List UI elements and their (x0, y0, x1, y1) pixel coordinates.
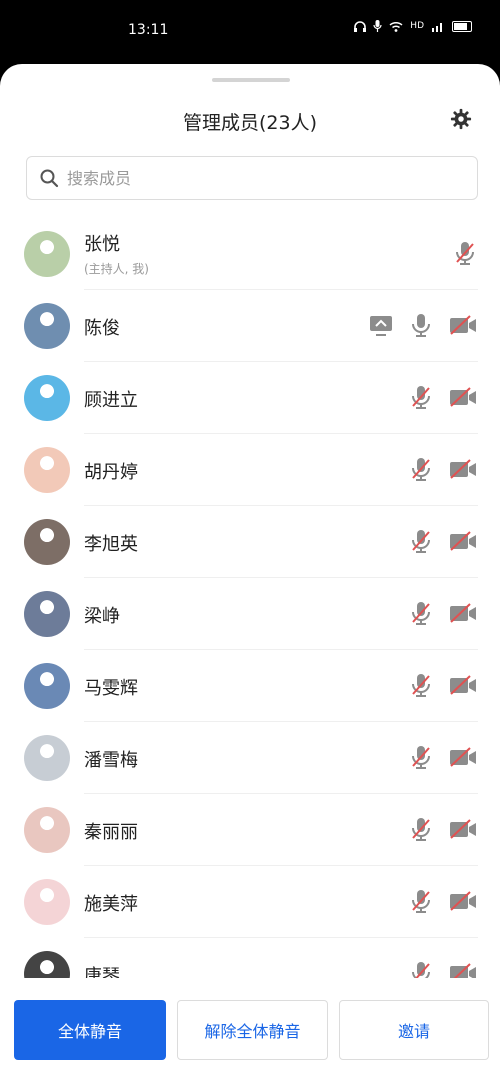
member-name: 陈俊 (84, 318, 120, 339)
camera-off-icon[interactable] (448, 384, 478, 410)
member-row[interactable]: 唐琴 (0, 938, 500, 978)
avatar (24, 591, 70, 637)
member-controls (452, 240, 478, 266)
member-row[interactable]: 马雯辉 (0, 650, 500, 722)
mic-muted-icon[interactable] (408, 960, 434, 978)
page-title: 管理成员(23人) (182, 112, 317, 134)
camera-off-icon[interactable] (448, 816, 478, 842)
mic-icon[interactable] (408, 312, 434, 338)
avatar (24, 951, 70, 978)
avatar (24, 231, 70, 277)
avatar (24, 663, 70, 709)
unmute-all-button[interactable]: 解除全体静音 (177, 1000, 328, 1060)
mic-muted-icon[interactable] (408, 528, 434, 554)
member-name: 施美萍 (84, 894, 138, 915)
member-row[interactable]: 潘雪梅 (0, 722, 500, 794)
battery-icon (452, 20, 472, 32)
member-row[interactable]: 张悦 (主持人, 我) (0, 218, 500, 290)
mute-all-button[interactable]: 全体静音 (14, 1000, 166, 1060)
member-list[interactable]: 张悦 (主持人, 我) 陈俊顾进立胡丹婷李旭英梁峥马雯辉潘雪梅秦丽丽施美萍唐琴 (0, 218, 500, 978)
search-box[interactable] (26, 156, 478, 200)
camera-off-icon[interactable] (448, 744, 478, 770)
member-name: 顾进立 (84, 390, 138, 411)
mic-muted-icon[interactable] (408, 384, 434, 410)
sheet-drag-handle[interactable] (212, 78, 290, 82)
member-role: (主持人, 我) (84, 262, 149, 276)
member-name: 胡丹婷 (84, 462, 138, 483)
member-row[interactable]: 梁峥 (0, 578, 500, 650)
mic-muted-icon[interactable] (408, 888, 434, 914)
mic-muted-icon[interactable] (408, 672, 434, 698)
member-controls (408, 528, 478, 554)
member-row[interactable]: 施美萍 (0, 866, 500, 938)
mic-muted-icon[interactable] (408, 816, 434, 842)
mic-muted-icon[interactable] (408, 744, 434, 770)
avatar (24, 447, 70, 493)
member-name: 唐琴 (84, 966, 120, 978)
search-input[interactable] (65, 167, 449, 189)
member-row[interactable]: 陈俊 (0, 290, 500, 362)
camera-off-icon[interactable] (448, 600, 478, 626)
status-bar: 13:11 HD (0, 0, 500, 64)
member-name: 马雯辉 (84, 678, 138, 699)
member-name: 李旭英 (84, 534, 138, 555)
search-icon (40, 169, 59, 188)
member-controls (368, 312, 478, 338)
member-controls (408, 888, 478, 914)
avatar (24, 375, 70, 421)
member-controls (408, 600, 478, 626)
invite-button[interactable]: 邀请 (339, 1000, 489, 1060)
member-controls (408, 960, 478, 978)
avatar (24, 303, 70, 349)
member-row[interactable]: 李旭英 (0, 506, 500, 578)
camera-off-icon[interactable] (448, 960, 478, 978)
member-name: 秦丽丽 (84, 822, 138, 843)
mic-muted-icon[interactable] (408, 600, 434, 626)
wifi-icon (389, 21, 403, 32)
member-name: 潘雪梅 (84, 750, 138, 771)
member-row[interactable]: 秦丽丽 (0, 794, 500, 866)
avatar (24, 879, 70, 925)
member-controls (408, 672, 478, 698)
status-icons: HD (354, 20, 472, 32)
camera-off-icon[interactable] (448, 672, 478, 698)
camera-off-icon[interactable] (448, 528, 478, 554)
member-name: 张悦 (84, 234, 120, 255)
mic-muted-icon[interactable] (452, 240, 478, 266)
camera-off-icon[interactable] (448, 456, 478, 482)
headphones-icon (354, 20, 367, 32)
mic-muted-icon[interactable] (408, 456, 434, 482)
member-name: 梁峥 (84, 606, 120, 627)
avatar (24, 807, 70, 853)
hd-icon: HD (410, 21, 424, 31)
gear-icon[interactable] (450, 108, 472, 130)
member-row[interactable]: 顾进立 (0, 362, 500, 434)
avatar (24, 519, 70, 565)
member-row[interactable]: 胡丹婷 (0, 434, 500, 506)
bottom-action-bar: 全体静音 解除全体静音 邀请 (0, 990, 500, 1071)
camera-off-icon[interactable] (448, 888, 478, 914)
member-controls (408, 816, 478, 842)
screen-share-icon[interactable] (368, 312, 394, 338)
avatar (24, 735, 70, 781)
signal-icon (432, 22, 442, 32)
mic-icon (373, 20, 382, 32)
status-time: 13:11 (128, 22, 169, 38)
member-controls (408, 384, 478, 410)
member-controls (408, 456, 478, 482)
manage-members-sheet: 管理成员(23人) 张悦 (主持人, 我) 陈俊顾进立胡丹婷李旭英梁峥马雯辉潘雪梅秦… (0, 64, 500, 1071)
camera-off-icon[interactable] (448, 312, 478, 338)
member-controls (408, 744, 478, 770)
